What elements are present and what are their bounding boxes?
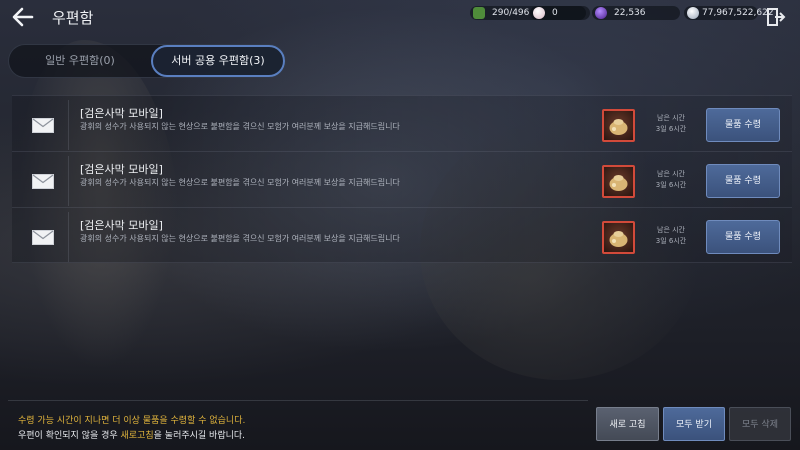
envelope-icon [32, 174, 54, 189]
row-divider [68, 100, 69, 150]
refresh-button[interactable]: 새로 고침 [596, 407, 659, 441]
refresh-notice: 우편이 확인되지 않을 경우 새로고침을 눌러주시길 바랍니다. [18, 428, 245, 441]
resource-value: 22,536 [614, 8, 646, 18]
reward-pouch-icon[interactable] [602, 165, 635, 198]
mail-sender: [검은사막 모바일] [80, 219, 163, 232]
mail-message: 광휘의 성수가 사용되지 않는 현상으로 불편함을 겪으신 모험가 여러분께 보… [80, 178, 400, 187]
refresh-notice-text: 우편이 확인되지 않을 경우 [18, 431, 121, 441]
envelope-icon [32, 118, 54, 133]
footer-divider [8, 400, 588, 401]
claim-item-button[interactable]: 물품 수령 [706, 108, 780, 142]
reward-pouch-icon[interactable] [602, 109, 635, 142]
resource-pearl: 0 [530, 6, 590, 20]
mail-row[interactable]: [검은사막 모바일] 광휘의 성수가 사용되지 않는 현상으로 불편함을 겪으신… [12, 151, 792, 207]
remaining-time-label: 남은 시간 [657, 114, 685, 122]
silver-icon [687, 7, 699, 19]
envelope-icon [32, 230, 54, 245]
claim-item-button[interactable]: 물품 수령 [706, 220, 780, 254]
mail-row[interactable]: [검은사막 모바일] 광휘의 성수가 사용되지 않는 현상으로 불편함을 겪으신… [12, 95, 792, 151]
resource-crystal: 22,536 [592, 6, 680, 20]
reward-pouch-icon[interactable] [602, 221, 635, 254]
exit-icon[interactable] [766, 7, 786, 27]
receive-all-button[interactable]: 모두 받기 [663, 407, 725, 441]
delete-all-button[interactable]: 모두 삭제 [729, 407, 791, 441]
tab-general-mailbox[interactable]: 일반 우편함(0) [9, 45, 151, 77]
mailbox-tabs: 일반 우편함(0) 서버 공용 우편함(3) [8, 44, 286, 78]
remaining-time-value: 3일 6시간 [655, 125, 687, 133]
mail-sender: [검은사막 모바일] [80, 163, 163, 176]
resource-silver: 77,967,522,622 [684, 6, 774, 20]
remaining-time-value: 3일 6시간 [655, 237, 687, 245]
resource-value: 0 [552, 8, 558, 18]
refresh-notice-highlight: 새로고침 [120, 431, 154, 441]
claim-expiry-notice: 수령 가능 시간이 지나면 더 이상 물품을 수령할 수 없습니다. [18, 416, 246, 426]
pearl-icon [533, 7, 545, 19]
mail-list: [검은사막 모바일] 광휘의 성수가 사용되지 않는 현상으로 불편함을 겪으신… [12, 95, 792, 263]
claim-item-button[interactable]: 물품 수령 [706, 164, 780, 198]
crystal-icon [595, 7, 607, 19]
resource-value: 290/496 [492, 8, 530, 18]
mail-sender: [검은사막 모바일] [80, 107, 163, 120]
remaining-time-label: 남은 시간 [657, 226, 685, 234]
remaining-time-label: 남은 시간 [657, 170, 685, 178]
page-title: 우편함 [52, 9, 94, 27]
mail-row[interactable]: [검은사막 모바일] 광휘의 성수가 사용되지 않는 현상으로 불편함을 겪으신… [12, 207, 792, 263]
refresh-notice-text: 을 눌러주시길 바랍니다. [153, 431, 246, 441]
resource-value: 77,967,522,622 [702, 8, 774, 18]
mail-message: 광휘의 성수가 사용되지 않는 현상으로 불편함을 겪으신 모험가 여러분께 보… [80, 234, 400, 243]
mail-message: 광휘의 성수가 사용되지 않는 현상으로 불편함을 겪으신 모험가 여러분께 보… [80, 122, 400, 131]
remaining-time-value: 3일 6시간 [655, 181, 687, 189]
back-arrow-icon[interactable] [10, 5, 36, 29]
tab-server-mailbox[interactable]: 서버 공용 우편함(3) [151, 45, 285, 77]
energy-icon [473, 7, 485, 19]
top-bar: 우편함 290/496 0 22,536 77,967,522,622 [0, 0, 800, 34]
row-divider [68, 212, 69, 262]
row-divider [68, 156, 69, 206]
